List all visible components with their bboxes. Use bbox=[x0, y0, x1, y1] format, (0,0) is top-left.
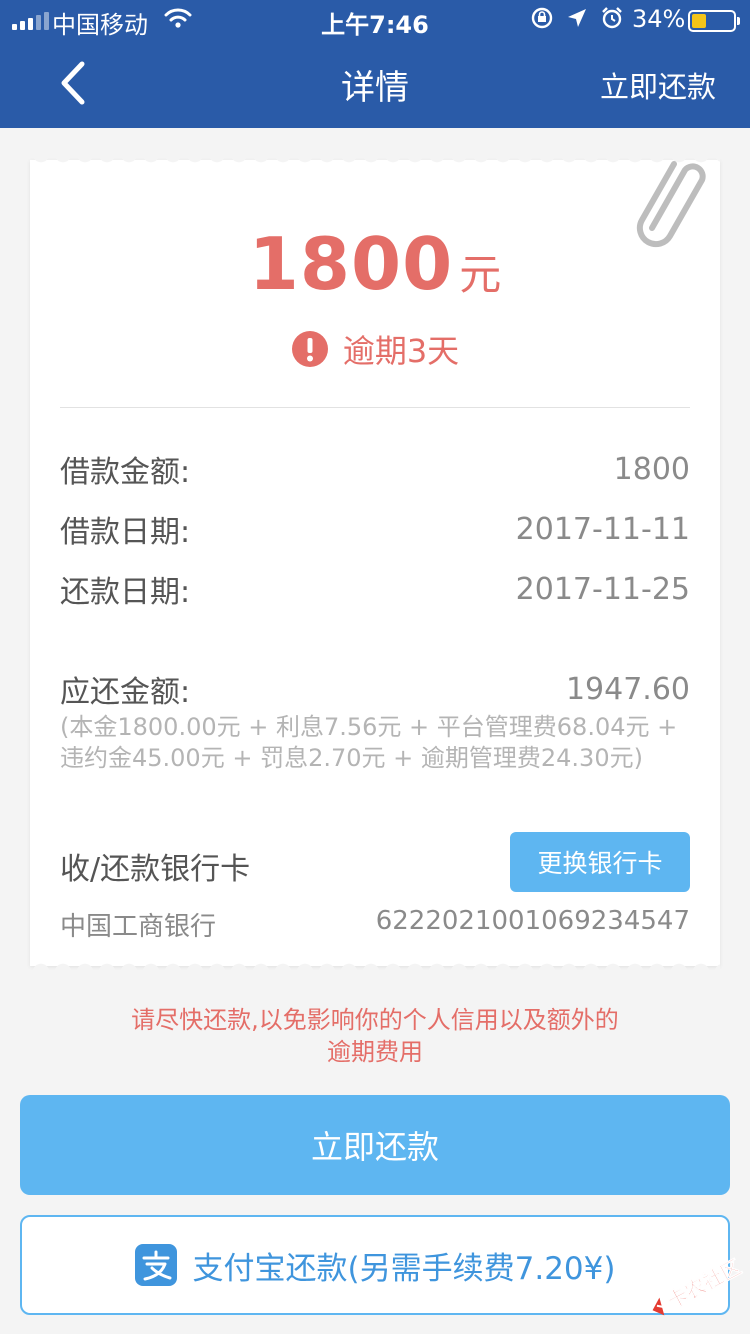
amount-due-label: 应还金额: bbox=[60, 675, 191, 710]
detail-row-loan-amount: 借款金额: 1800 bbox=[60, 449, 690, 491]
overdue-status: 逾期3天 bbox=[30, 326, 720, 372]
detail-label: 借款日期: bbox=[60, 515, 191, 550]
battery-icon bbox=[688, 10, 740, 32]
detail-value: 1800 bbox=[613, 451, 690, 487]
loan-detail-card: 1800 元 逾期3天 借款金额: 1800 借款日期: 2017-11-11 还… bbox=[30, 154, 720, 972]
warning-line-1: 请尽快还款,以免影响你的个人信用以及额外的 bbox=[131, 1006, 619, 1034]
location-arrow-icon bbox=[568, 9, 586, 27]
alarm-icon bbox=[602, 7, 622, 29]
divider bbox=[60, 407, 690, 408]
change-bank-card-button[interactable]: 更换银行卡 bbox=[510, 832, 690, 892]
detail-row-loan-date: 借款日期: 2017-11-11 bbox=[60, 509, 690, 551]
amount-unit: 元 bbox=[459, 250, 502, 299]
status-bar: 中国移动 上午7:46 34% bbox=[0, 0, 750, 40]
rotation-lock-icon bbox=[531, 7, 553, 29]
bank-name: 中国工商银行 bbox=[60, 912, 217, 942]
watermark-text: 卡农社区 bbox=[663, 1255, 745, 1314]
amount-due-value: 1947.60 bbox=[565, 671, 690, 707]
bank-card-number: 6222021001069234547 bbox=[375, 906, 690, 936]
card-top-edge bbox=[30, 154, 720, 166]
detail-row-amount-due: 应还金额: 1947.60 bbox=[60, 669, 690, 711]
overdue-days-text: 逾期3天 bbox=[342, 332, 460, 370]
watermark-logo: 卡农社区 bbox=[640, 1240, 750, 1334]
amount-value: 1800 bbox=[248, 222, 454, 306]
overdue-warning: 请尽快还款,以免影响你的个人信用以及额外的 逾期费用 bbox=[0, 1004, 750, 1068]
exclamation-icon bbox=[291, 331, 328, 367]
top-bar: 中国移动 上午7:46 34% 详情 立即还款 bbox=[0, 0, 750, 128]
repay-now-nav-link[interactable]: 立即还款 bbox=[600, 64, 716, 106]
alipay-button-label: 支付宝还款(另需手续费7.20¥) bbox=[192, 1250, 616, 1287]
overdue-amount: 1800 元 bbox=[30, 222, 720, 306]
amount-breakdown: (本金1800.00元 + 利息7.56元 + 平台管理费68.04元 + 违约… bbox=[60, 713, 678, 772]
detail-label: 借款金额: bbox=[60, 455, 191, 490]
alipay-icon bbox=[134, 1244, 177, 1286]
detail-label: 还款日期: bbox=[60, 575, 191, 610]
card-bottom-edge bbox=[30, 960, 720, 972]
battery-percentage: 34% bbox=[632, 5, 686, 33]
detail-value: 2017-11-25 bbox=[515, 571, 690, 607]
bank-card-title: 收/还款银行卡 bbox=[60, 852, 251, 887]
warning-line-2: 逾期费用 bbox=[327, 1038, 423, 1066]
detail-row-repay-date: 还款日期: 2017-11-25 bbox=[60, 569, 690, 611]
alipay-repay-button[interactable]: 支付宝还款(另需手续费7.20¥) bbox=[20, 1215, 730, 1315]
repay-now-button[interactable]: 立即还款 bbox=[20, 1095, 730, 1195]
detail-value: 2017-11-11 bbox=[515, 511, 690, 547]
